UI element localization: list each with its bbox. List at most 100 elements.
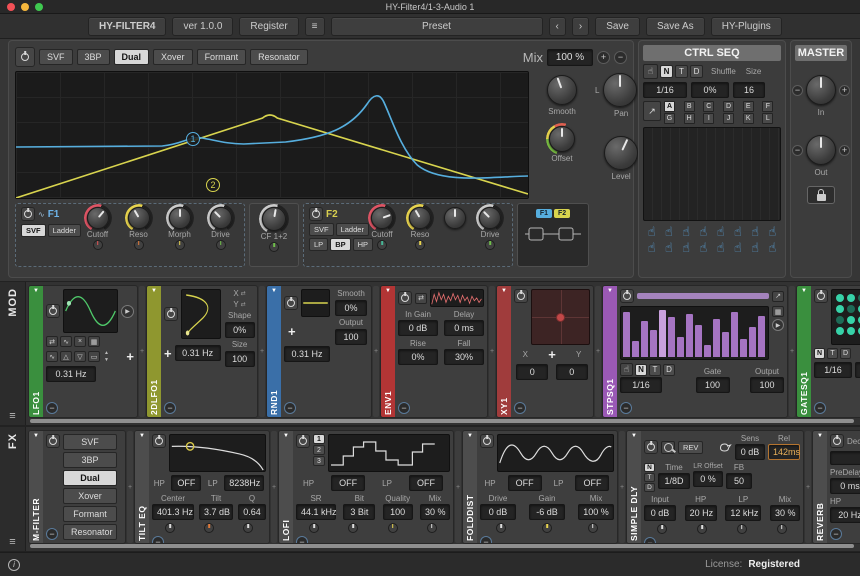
gatesq1-note-button[interactable]: N [814, 348, 825, 359]
in-decrease-icon[interactable]: − [792, 85, 803, 96]
tilteq-curve-display[interactable] [169, 434, 266, 472]
simpledly-lr-value[interactable]: 0 % [693, 471, 723, 487]
hand-icon[interactable]: ☝ [699, 240, 707, 255]
gatesq1-gate-grid[interactable] [831, 289, 860, 345]
step-hand-row[interactable]: ☝☝☝☝☝☝☝☝☝☝☝☝☝☝☝☝ [643, 224, 781, 255]
lfo1-power-button[interactable] [46, 304, 60, 318]
lofi-wave-display[interactable] [328, 434, 450, 472]
insert-module-strip[interactable]: + [489, 286, 495, 417]
simpledly-remove-icon[interactable]: − [644, 537, 656, 544]
slot-e[interactable]: E [743, 101, 754, 112]
fx-tab[interactable]: FX ≡ [0, 427, 26, 551]
collapse-icon[interactable]: ▼ [271, 288, 277, 294]
folddist-remove-icon[interactable]: − [480, 536, 492, 544]
nudge-down-icon[interactable]: ▼ [104, 357, 109, 363]
lofi-mix-value[interactable]: 30 % [420, 504, 450, 520]
f1-morph-mod-knob[interactable] [175, 240, 185, 250]
f1-power-button[interactable] [21, 207, 35, 221]
zoom-button[interactable] [35, 3, 43, 11]
rnd1-strip[interactable]: ▼ RND1 [267, 286, 281, 417]
app-menu-button[interactable]: HY-FILTER4 [88, 17, 166, 36]
lfo1-retrig-icon[interactable]: ⇄ [46, 336, 58, 347]
hand-mode-button[interactable]: ☝ [643, 64, 658, 79]
2dlfo1-power-button[interactable] [164, 307, 178, 321]
stpsq1-hand-button[interactable]: ☝ [620, 363, 633, 376]
folddist-wave-display[interactable] [497, 434, 614, 472]
lofi-strip[interactable]: ▼ LOFI [279, 431, 293, 543]
slot-f[interactable]: F [762, 101, 773, 112]
hy-plugins-button[interactable]: HY-Plugins [711, 17, 782, 36]
step-sequencer-grid[interactable] [643, 127, 781, 221]
master-out-knob[interactable] [806, 135, 836, 165]
simpledly-hp-mod-knob[interactable] [697, 524, 707, 534]
gatesq1-strip[interactable]: ▼ GATESQ1 [797, 286, 811, 417]
f2-reso-knob[interactable] [409, 207, 431, 229]
slot-a[interactable]: A [664, 101, 675, 112]
insert-module-strip[interactable]: + [271, 431, 277, 543]
tilteq-strip[interactable]: ▼ TILT EQ [135, 431, 149, 543]
slot-j[interactable]: J [723, 113, 734, 124]
collapse-icon[interactable]: ▼ [817, 433, 823, 439]
lfo1-mult-icon[interactable]: × [74, 336, 86, 347]
level-knob[interactable] [604, 136, 638, 170]
ctrl-triplet-button[interactable]: T [675, 65, 688, 78]
2dlfo1-shape-value[interactable]: 0% [225, 322, 255, 338]
lofi-hp-value[interactable]: OFF [331, 475, 365, 491]
collapse-icon[interactable]: ▼ [607, 288, 613, 294]
rnd1-smooth-value[interactable]: 0% [335, 300, 367, 316]
collapse-icon[interactable]: ▼ [501, 288, 507, 294]
move-icon[interactable]: + [164, 347, 172, 360]
stpsq1-range-slider[interactable] [637, 293, 769, 299]
hand-icon[interactable]: ☝ [734, 224, 742, 239]
f2-cutoff-mod-knob[interactable] [377, 240, 387, 250]
slot-g[interactable]: G [664, 113, 675, 124]
collapse-icon[interactable]: ▼ [467, 433, 473, 439]
ctrl-size-value[interactable]: 16 [733, 82, 765, 98]
2dlfo1-strip[interactable]: ▼ 2DLFO1 [147, 286, 161, 417]
rnd1-remove-icon[interactable]: − [284, 402, 296, 414]
lfo1-shape-tri[interactable]: △ [60, 351, 72, 362]
menu-icon[interactable]: ≡ [9, 410, 15, 422]
f2-drive-mod-knob[interactable] [485, 240, 495, 250]
env1-input-icon[interactable]: ⇄ [415, 293, 427, 304]
lofi-lp-value[interactable]: OFF [409, 475, 443, 491]
lofi-quality-value[interactable]: 100 [383, 504, 413, 520]
f1-reso-mod-knob[interactable] [134, 240, 144, 250]
filter-type-xover[interactable]: Xover [153, 49, 193, 65]
reverb-strip[interactable]: ▼ REVERB [813, 431, 827, 543]
env1-delay-value[interactable]: 0 ms [444, 320, 484, 336]
filter-type-svf[interactable]: SVF [39, 49, 73, 65]
f1-morph-knob[interactable] [169, 207, 191, 229]
cf-mod-knob[interactable] [269, 242, 279, 252]
mix-value[interactable]: 100 % [547, 49, 593, 66]
titlebar[interactable]: HY-Filter4/1-3-Audio 1 [0, 0, 860, 14]
tilteq-hp-value[interactable]: OFF [171, 475, 201, 491]
f1-model-svf[interactable]: SVF [21, 224, 46, 237]
folddist-mix-value[interactable]: 100 % [578, 504, 614, 520]
hand-icon[interactable]: ☝ [751, 240, 759, 255]
nudge-up-icon[interactable]: ▲ [104, 350, 109, 356]
tilteq-tilt-value[interactable]: 3.7 dB [199, 504, 233, 520]
f1-cutoff-mod-knob[interactable] [93, 240, 103, 250]
lofi-sr-value[interactable]: 44.1 kHz [296, 504, 336, 520]
env1-rise-value[interactable]: 0% [398, 349, 438, 365]
insert-module-strip[interactable]: + [373, 286, 379, 417]
collapse-icon[interactable]: ▼ [385, 288, 391, 294]
smooth-knob[interactable] [547, 75, 577, 105]
collapse-icon[interactable]: ▼ [801, 288, 807, 294]
x-dir-icon[interactable]: ⇄ [241, 290, 246, 297]
ctrl-note-button[interactable]: N [660, 65, 673, 78]
mfilter-remove-icon[interactable]: − [46, 528, 58, 540]
hand-icon[interactable]: ☝ [768, 240, 776, 255]
lfo1-grid-icon[interactable]: ▦ [88, 336, 100, 347]
slot-d[interactable]: D [723, 101, 734, 112]
filter-type-resonator[interactable]: Resonator [250, 49, 308, 65]
simpledly-input-value[interactable]: 0 dB [644, 505, 676, 521]
stpsq1-triplet-button[interactable]: T [649, 364, 661, 376]
info-icon[interactable]: i [8, 559, 20, 571]
gatesq1-rate-value[interactable]: 1/16 [814, 362, 852, 378]
lofi-mix-mod-knob[interactable] [427, 523, 437, 533]
minimize-button[interactable] [21, 3, 29, 11]
insert-module-strip[interactable]: + [139, 286, 145, 417]
f2-power-button[interactable] [309, 207, 323, 221]
